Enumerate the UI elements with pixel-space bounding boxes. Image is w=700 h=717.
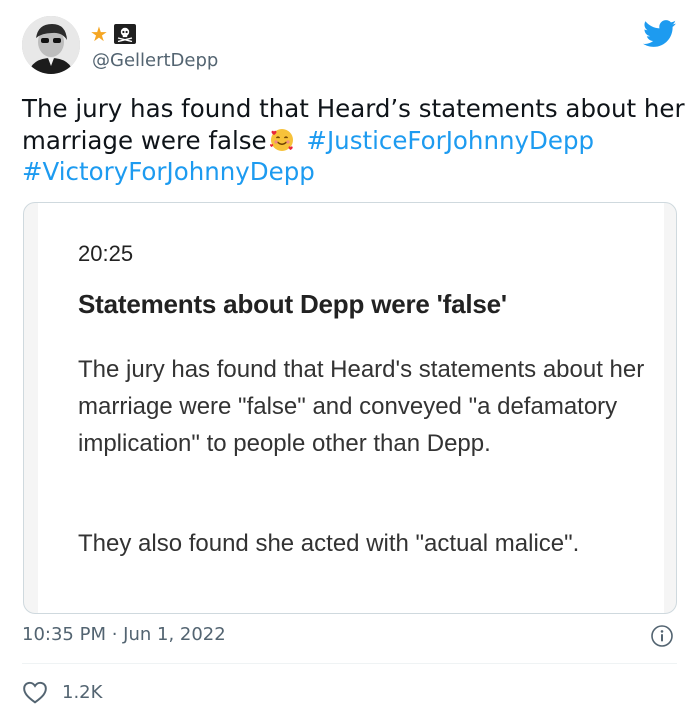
info-icon[interactable] (650, 624, 674, 648)
hashtag-link[interactable]: #VictoryForJohnnyDepp (22, 157, 315, 186)
quoted-article: 20:25 Statements about Depp were 'false'… (38, 203, 664, 613)
twitter-bird-icon[interactable] (643, 20, 677, 48)
article-headline: Statements about Depp were 'false' (78, 289, 507, 319)
divider (22, 663, 677, 664)
article-paragraph: They also found she acted with "actual m… (78, 530, 580, 557)
skull-crossbones-badge-icon (113, 24, 136, 44)
like-action[interactable]: 1.2K (22, 680, 102, 704)
tweet-text: The jury has found that Heard’s statemen… (22, 93, 687, 188)
article-time: 20:25 (78, 241, 134, 266)
star-badge-icon: ★ (90, 22, 108, 46)
profile-badges: ★ (90, 24, 136, 44)
quoted-screenshot[interactable]: 20:25 Statements about Depp were 'false'… (23, 202, 677, 614)
hashtag-link[interactable]: #JusticeForJohnnyDepp (306, 126, 594, 155)
avatar[interactable] (22, 16, 80, 74)
article-paragraph: The jury has found that Heard's statemen… (78, 356, 645, 457)
tweet-card: ★ @GellertDepp The jury has found that H… (0, 0, 700, 717)
tweet-timestamp[interactable]: 10:35 PM · Jun 1, 2022 (22, 624, 226, 645)
smiling-face-with-hearts-icon (269, 128, 293, 151)
heart-icon[interactable] (22, 680, 48, 704)
author-handle[interactable]: @GellertDepp (92, 50, 218, 71)
like-count: 1.2K (62, 681, 103, 703)
